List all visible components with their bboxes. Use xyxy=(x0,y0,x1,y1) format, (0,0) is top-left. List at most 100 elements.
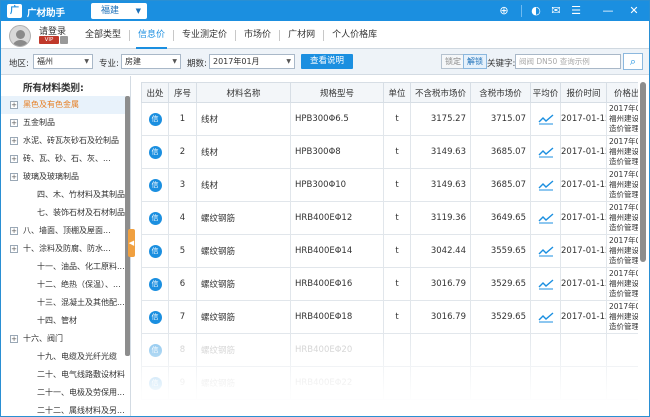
sidebar-category-item[interactable]: + 砖、瓦、砂、石、灰、... xyxy=(1,150,125,168)
col-price-ex-tax-header[interactable]: 不含税市场价 xyxy=(410,82,471,103)
col-quote-date-header[interactable]: 报价时间 xyxy=(560,82,607,103)
sidebar-category-item[interactable]: + 玻璃及玻璃制品 xyxy=(1,168,125,186)
trend-icon[interactable] xyxy=(538,245,554,257)
header-bar: 请登录 VIP 全部类型 信息价 专业测定价 市场价 广材网 个人价格库 xyxy=(1,21,649,49)
expand-icon[interactable]: + xyxy=(10,335,18,343)
unlock-button[interactable]: 解锁 xyxy=(463,54,487,69)
col-index-header[interactable]: 序号 xyxy=(168,82,197,103)
table-row[interactable]: 信 4 螺纹钢筋 HRB400EΦ12 t 3119.36 3649.65 2017-01-1… xyxy=(141,201,638,235)
price-source-cell: 2017年02月福州建设工程造价管理信息 xyxy=(606,168,638,202)
table-row[interactable]: 信 3 线材 HPB300Φ10 t 3149.63 3685.07 2017-01-15 20… xyxy=(141,168,638,202)
info-source-icon[interactable]: 信 xyxy=(148,343,162,357)
info-source-icon[interactable]: 信 xyxy=(148,310,162,324)
table-scrollbar[interactable] xyxy=(640,82,646,262)
material-name-cell: 线材 xyxy=(196,102,291,136)
info-source-icon[interactable]: 信 xyxy=(148,145,162,159)
average-cell xyxy=(530,366,561,400)
expand-icon[interactable]: + xyxy=(10,101,18,109)
trend-icon[interactable] xyxy=(538,278,554,290)
sidebar-category-item[interactable]: 二十二、属线材料及另... xyxy=(1,402,125,416)
expand-icon[interactable]: + xyxy=(10,119,18,127)
tab-market-price[interactable]: 市场价 xyxy=(236,21,279,49)
major-select[interactable]: 房建 ▼ xyxy=(121,54,181,69)
tab-info-price[interactable]: 信息价 xyxy=(130,21,173,49)
keyword-input[interactable]: 阀阀 DN50 查询示例 xyxy=(515,54,621,69)
lock-button[interactable]: 锁定 xyxy=(441,54,465,69)
col-source-header[interactable]: 出处 xyxy=(141,82,169,103)
sidebar-category-item[interactable]: 十二、绝热（保温）、... xyxy=(1,276,125,294)
menu-icon[interactable]: ☰ xyxy=(569,4,583,18)
table-row[interactable]: 信 1 线材 HPB300Φ6.5 t 3175.27 3715.07 2017-01-15 2… xyxy=(141,102,638,136)
tab-personal-price-library[interactable]: 个人价格库 xyxy=(324,21,385,49)
col-material-name-header[interactable]: 材料名称 xyxy=(196,82,291,103)
expand-icon[interactable]: + xyxy=(10,245,18,253)
search-icon[interactable]: ⌕ xyxy=(623,53,643,70)
sidebar-category-item[interactable]: 十一、油品、化工原料... xyxy=(1,258,125,276)
quote-date-cell: 2017-01-15 xyxy=(560,201,607,235)
expand-icon[interactable]: + xyxy=(10,137,18,145)
info-source-icon[interactable]: 信 xyxy=(148,112,162,126)
table-row[interactable]: 信 7 螺纹钢筋 HRB400EΦ18 t 3016.79 3529.65 2017-01-1… xyxy=(141,300,638,334)
period-select[interactable]: 2017年01月 ▼ xyxy=(209,54,295,69)
sidebar-category-item[interactable]: 四、木、竹材料及其制品 xyxy=(1,186,125,204)
sidebar-category-item[interactable]: + 十六、阀门 xyxy=(1,330,125,348)
title-separator xyxy=(521,5,522,17)
table-row[interactable]: 信 8 螺纹钢筋 HRB400EΦ20 xyxy=(141,333,638,367)
table-row[interactable]: 信 2 线材 HPB300Φ8 t 3149.63 3685.07 2017-01-15 201… xyxy=(141,135,638,169)
category-sidebar: 所有材料类别: + 黑色及有色金属 + 五金制品 + 水泥、砖瓦灰砂石及砼制品 + 砖、瓦、砂… xyxy=(1,76,131,416)
locate-icon[interactable]: ⊕ xyxy=(497,4,511,18)
col-price-in-tax-header[interactable]: 含税市场价 xyxy=(470,82,531,103)
info-source-icon[interactable]: 信 xyxy=(148,178,162,192)
info-source-icon[interactable]: 信 xyxy=(148,376,162,390)
avatar[interactable] xyxy=(9,25,31,47)
sidebar-category-item[interactable]: + 八、墙面、顶棚及屋面... xyxy=(1,222,125,240)
trend-icon[interactable] xyxy=(538,113,554,125)
region-select[interactable]: 福州 ▼ xyxy=(33,54,93,69)
price-ex-tax-cell: 3149.63 xyxy=(410,168,471,202)
expand-icon[interactable]: + xyxy=(10,155,18,163)
sidebar-scrollbar[interactable] xyxy=(125,96,130,356)
table-row[interactable]: 信 6 螺纹钢筋 HRB400EΦ16 t 3016.79 3529.65 2017-01-1… xyxy=(141,267,638,301)
trend-icon[interactable] xyxy=(538,311,554,323)
region-dropdown[interactable]: 福建 ▼ xyxy=(91,3,147,19)
tab-professional-price[interactable]: 专业测定价 xyxy=(174,21,235,49)
col-average-header[interactable]: 平均价 xyxy=(530,82,561,103)
price-source-cell: 2017年02月福州建设工程造价管理信息 xyxy=(606,201,638,235)
period-select-value: 2017年01月 xyxy=(213,57,260,66)
col-unit-header[interactable]: 单位 xyxy=(383,82,411,103)
close-icon[interactable]: ✕ xyxy=(627,4,641,18)
sidebar-category-item[interactable]: + 十、涂料及防腐、防水... xyxy=(1,240,125,258)
sidebar-category-item[interactable]: + 黑色及有色金属 xyxy=(1,96,125,114)
spec-cell: HRB400EΦ14 xyxy=(290,234,384,268)
collapse-sidebar-icon[interactable]: ◀ xyxy=(128,229,135,257)
info-source-icon[interactable]: 信 xyxy=(148,244,162,258)
tab-guangcai-web[interactable]: 广材网 xyxy=(280,21,323,49)
trend-icon[interactable] xyxy=(538,212,554,224)
sidebar-category-item[interactable]: 二十一、电极及劳保用... xyxy=(1,384,125,402)
table-row[interactable]: 信 9 螺纹钢筋 HRB400EΦ22 xyxy=(141,366,638,400)
price-ex-tax-cell xyxy=(410,333,471,367)
sidebar-category-item[interactable]: 十九、电缆及光纤光缆 xyxy=(1,348,125,366)
trend-icon[interactable] xyxy=(538,146,554,158)
sidebar-category-item[interactable]: + 五金制品 xyxy=(1,114,125,132)
sidebar-category-item[interactable]: 二十、电气线路敷设材料 xyxy=(1,366,125,384)
trend-icon[interactable] xyxy=(538,179,554,191)
sidebar-category-item[interactable]: + 水泥、砖瓦灰砂石及砼制品 xyxy=(1,132,125,150)
expand-icon[interactable]: + xyxy=(10,173,18,181)
sidebar-category-item[interactable]: 十三、混凝土及其他配... xyxy=(1,294,125,312)
table-row[interactable]: 信 5 螺纹钢筋 HRB400EΦ14 t 3042.44 3559.65 2017-01-1… xyxy=(141,234,638,268)
sidebar-category-item[interactable]: 十四、管材 xyxy=(1,312,125,330)
info-source-icon[interactable]: 信 xyxy=(148,211,162,225)
info-source-icon[interactable]: 信 xyxy=(148,277,162,291)
source-cell: 信 xyxy=(141,267,169,301)
col-spec-header[interactable]: 规格型号 xyxy=(290,82,384,103)
minimize-icon[interactable]: — xyxy=(601,4,615,18)
tab-all-types[interactable]: 全部类型 xyxy=(77,21,129,49)
col-price-source-header[interactable]: 价格出处 xyxy=(606,82,638,103)
skin-icon[interactable]: ◐ xyxy=(529,4,543,18)
sidebar-category-item[interactable]: 七、装饰石材及石材制品 xyxy=(1,204,125,222)
message-icon[interactable]: ✉ xyxy=(549,4,563,18)
view-description-button[interactable]: 查看说明 xyxy=(301,54,353,69)
average-cell xyxy=(530,267,561,301)
expand-icon[interactable]: + xyxy=(10,227,18,235)
